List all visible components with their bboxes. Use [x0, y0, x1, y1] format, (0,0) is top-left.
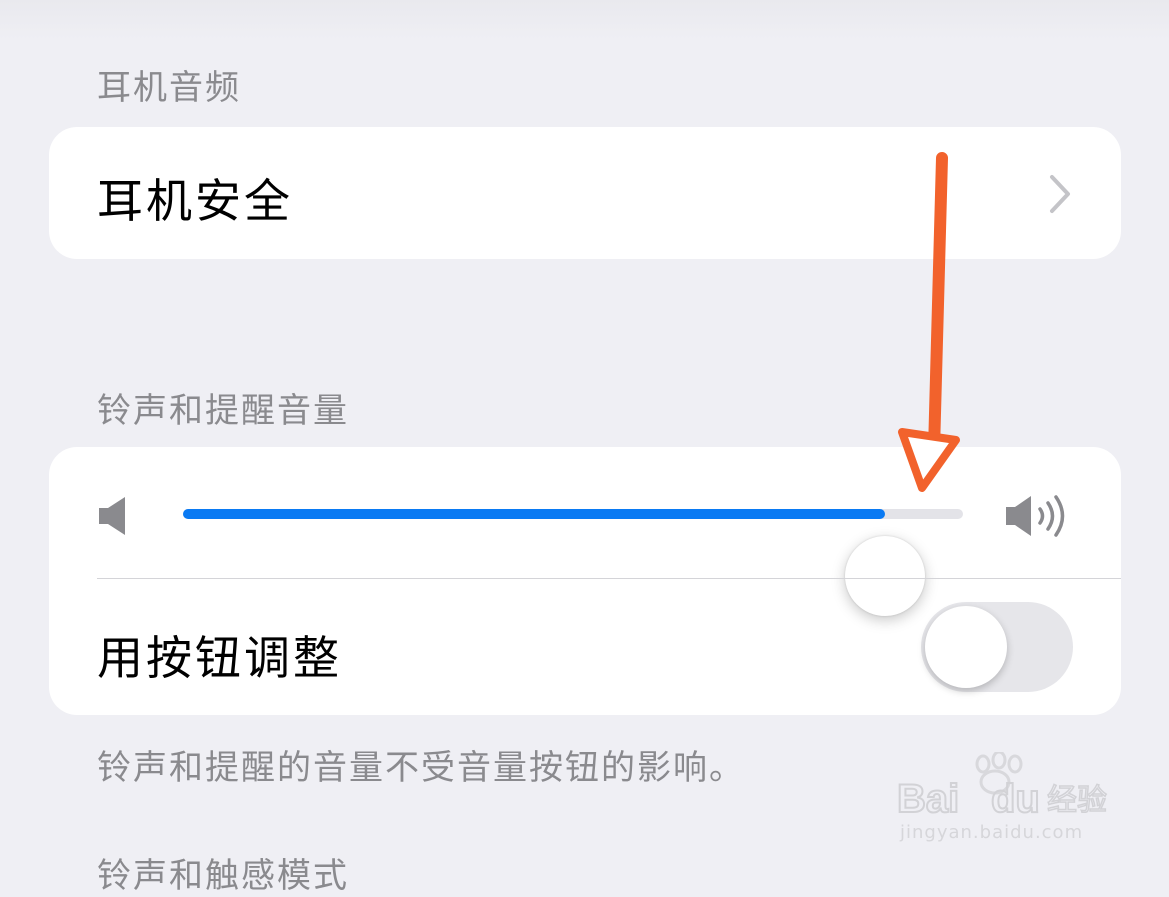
row-divider [97, 578, 1121, 579]
section-header-ringer-alerts: 铃声和提醒音量 [97, 391, 349, 431]
svg-text:du: du [991, 777, 1040, 821]
toggle-knob [925, 606, 1007, 688]
change-with-buttons-label: 用按钮调整 [97, 631, 342, 685]
speaker-high-icon [1006, 495, 1065, 537]
svg-text:经验: 经验 [1047, 783, 1107, 818]
slider-thumb[interactable] [845, 536, 925, 616]
section-header-ringtone-haptics: 铃声和触感模式 [97, 856, 349, 896]
baidu-watermark-logo: Bai du 经验 [896, 752, 1108, 822]
top-shade [0, 0, 1169, 40]
change-with-buttons-toggle[interactable] [921, 602, 1073, 692]
ringer-footer-note: 铃声和提醒的音量不受音量按钮的影响。 [97, 748, 745, 788]
watermark-url: jingyan.baidu.com [900, 822, 1084, 843]
headphone-safety-label: 耳机安全 [97, 174, 293, 228]
chevron-right-icon [1050, 175, 1070, 213]
slider-fill [183, 509, 885, 519]
svg-text:Bai: Bai [897, 777, 959, 821]
ringer-volume-slider[interactable] [183, 509, 963, 616]
annotation-arrow-icon [898, 152, 960, 492]
section-header-headphone-audio: 耳机音频 [97, 68, 241, 108]
speaker-low-icon [99, 497, 125, 535]
